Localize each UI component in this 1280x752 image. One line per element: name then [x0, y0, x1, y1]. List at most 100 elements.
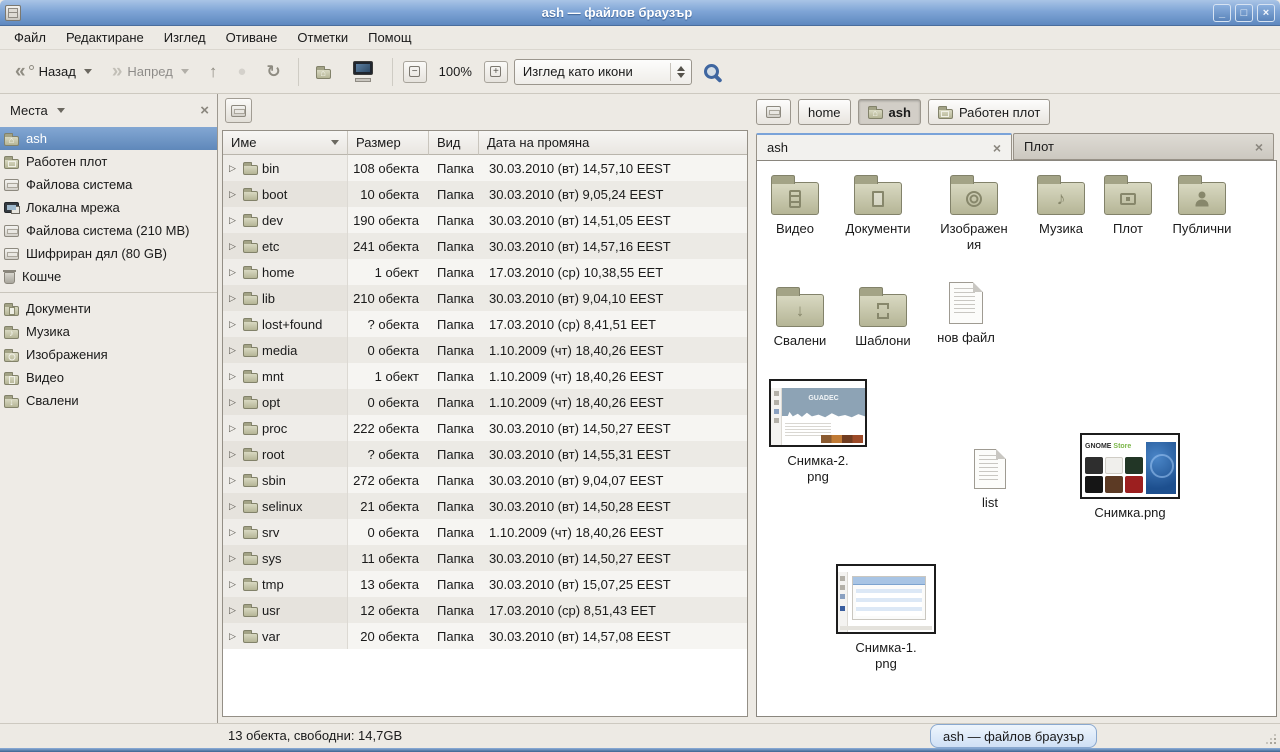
expander-icon[interactable]: ▷	[229, 215, 239, 226]
table-row[interactable]: ▷sbin 272 обекта Папка 30.03.2010 (вт) 9…	[223, 467, 747, 493]
table-row[interactable]: ▷home 1 обект Папка 17.03.2010 (ср) 10,3…	[223, 259, 747, 285]
table-row[interactable]: ▷root ? обекта Папка 30.03.2010 (вт) 14,…	[223, 441, 747, 467]
view-mode-select[interactable]: Изглед като икони	[514, 59, 692, 85]
sidebar-item-filesystem-210[interactable]: Файлова система (210 MB)	[0, 219, 217, 242]
back-button[interactable]: « Назад	[8, 60, 99, 83]
back-dropdown-icon[interactable]	[84, 69, 92, 74]
search-icon[interactable]	[704, 64, 719, 79]
icon-templates-folder[interactable]: Шаблони	[841, 285, 925, 349]
menu-go[interactable]: Отиване	[216, 27, 288, 48]
column-header-name[interactable]: Име	[223, 131, 348, 155]
tab-plot[interactable]: Плот×	[1013, 133, 1274, 160]
column-header-type[interactable]: Вид	[429, 131, 479, 155]
table-row[interactable]: ▷dev 190 обекта Папка 30.03.2010 (вт) 14…	[223, 207, 747, 233]
expander-icon[interactable]: ▷	[229, 527, 239, 538]
expander-icon[interactable]: ▷	[229, 579, 239, 590]
tree-root-button[interactable]	[225, 98, 252, 123]
menu-help[interactable]: Помощ	[358, 27, 421, 48]
breadcrumb-root-button[interactable]	[756, 99, 791, 125]
expander-icon[interactable]: ▷	[229, 371, 239, 382]
icon-music-folder[interactable]: Музика	[1021, 173, 1101, 237]
table-row[interactable]: ▷var 20 обекта Папка 30.03.2010 (вт) 14,…	[223, 623, 747, 649]
sidebar-item-filesystem[interactable]: Файлова система	[0, 173, 217, 196]
sidebar-item-encrypted[interactable]: Шифриран дял (80 GB)	[0, 242, 217, 265]
tab-ash[interactable]: ash×	[756, 133, 1012, 160]
table-row[interactable]: ▷boot 10 обекта Папка 30.03.2010 (вт) 9,…	[223, 181, 747, 207]
column-header-date[interactable]: Дата на промяна	[479, 131, 747, 155]
sidebar-item-ash[interactable]: ash	[0, 127, 217, 150]
expander-icon[interactable]: ▷	[229, 631, 239, 642]
minimize-button[interactable]: _	[1213, 4, 1231, 22]
icon-view-content[interactable]: Видео Документи Изображения Музика Плот	[756, 160, 1277, 717]
icon-pictures-folder[interactable]: Изображения	[928, 173, 1020, 253]
stop-button[interactable]: ●	[230, 59, 253, 84]
forward-button[interactable]: » Напред	[105, 60, 196, 83]
zoom-in-button[interactable]: +	[484, 61, 508, 83]
zoom-out-button[interactable]: −	[403, 61, 427, 83]
expander-icon[interactable]: ▷	[229, 241, 239, 252]
sidebar-item-desktop[interactable]: Работен плот	[0, 150, 217, 173]
combo-spinner-icon[interactable]	[671, 66, 691, 78]
table-row[interactable]: ▷usr 12 обекта Папка 17.03.2010 (ср) 8,5…	[223, 597, 747, 623]
sidebar-item-pictures[interactable]: Изображения	[0, 343, 217, 366]
tab-close-icon[interactable]: ×	[1255, 139, 1263, 155]
table-row[interactable]: ▷opt 0 обекта Папка 1.10.2009 (чт) 18,40…	[223, 389, 747, 415]
up-button[interactable]: ↑	[202, 58, 225, 86]
sidebar-item-documents[interactable]: Документи	[0, 297, 217, 320]
table-row[interactable]: ▷proc 222 обекта Папка 30.03.2010 (вт) 1…	[223, 415, 747, 441]
sidebar-item-trash[interactable]: Кошче	[0, 265, 217, 288]
table-row[interactable]: ▷bin 108 обекта Папка 30.03.2010 (вт) 14…	[223, 155, 747, 181]
icon-downloads-folder[interactable]: Свалени	[758, 285, 842, 349]
icon-list-file[interactable]: list	[948, 449, 1032, 511]
computer-button[interactable]	[344, 57, 382, 87]
expander-icon[interactable]: ▷	[229, 397, 239, 408]
sidebar-item-network[interactable]: Локална мрежа	[0, 196, 217, 219]
table-row[interactable]: ▷srv 0 обекта Папка 1.10.2009 (чт) 18,40…	[223, 519, 747, 545]
expander-icon[interactable]: ▷	[229, 345, 239, 356]
sidebar-item-videos[interactable]: Видео	[0, 366, 217, 389]
titlebar[interactable]: ash — файлов браузър _ □ ×	[0, 0, 1280, 26]
breadcrumb-home-button[interactable]: home	[798, 99, 851, 125]
expander-icon[interactable]: ▷	[229, 267, 239, 278]
icon-documents-folder[interactable]: Документи	[833, 173, 923, 237]
expander-icon[interactable]: ▷	[229, 501, 239, 512]
expander-icon[interactable]: ▷	[229, 553, 239, 564]
reload-button[interactable]: ↻	[259, 58, 287, 86]
expander-icon[interactable]: ▷	[229, 293, 239, 304]
sidebar-dropdown-icon[interactable]	[57, 108, 65, 113]
menu-file[interactable]: Файл	[4, 27, 56, 48]
table-row[interactable]: ▷media 0 обекта Папка 1.10.2009 (чт) 18,…	[223, 337, 747, 363]
icon-videos-folder[interactable]: Видео	[759, 173, 831, 237]
expander-icon[interactable]: ▷	[229, 449, 239, 460]
table-row[interactable]: ▷lib 210 обекта Папка 30.03.2010 (вт) 9,…	[223, 285, 747, 311]
icon-desktop-folder[interactable]: Плот	[1098, 173, 1158, 237]
table-row[interactable]: ▷lost+found ? обекта Папка 17.03.2010 (с…	[223, 311, 747, 337]
breadcrumb-desktop-button[interactable]: Работен плот	[928, 99, 1050, 125]
sidebar-item-music[interactable]: Музика	[0, 320, 217, 343]
table-row[interactable]: ▷selinux 21 обекта Папка 30.03.2010 (вт)…	[223, 493, 747, 519]
column-header-size[interactable]: Размер	[348, 131, 429, 155]
menu-edit[interactable]: Редактиране	[56, 27, 154, 48]
sidebar-item-downloads[interactable]: Свалени	[0, 389, 217, 412]
table-row[interactable]: ▷tmp 13 обекта Папка 30.03.2010 (вт) 15,…	[223, 571, 747, 597]
expander-icon[interactable]: ▷	[229, 189, 239, 200]
sidebar-close-icon[interactable]: ×	[200, 102, 209, 119]
tab-close-icon[interactable]: ×	[993, 140, 1001, 156]
expander-icon[interactable]: ▷	[229, 163, 239, 174]
table-row[interactable]: ▷sys 11 обекта Папка 30.03.2010 (вт) 14,…	[223, 545, 747, 571]
expander-icon[interactable]: ▷	[229, 423, 239, 434]
icon-new-file[interactable]: нов файл	[924, 282, 1008, 346]
icon-public-folder[interactable]: Публични	[1158, 173, 1246, 237]
home-button[interactable]	[309, 61, 338, 83]
resize-grip[interactable]	[1265, 733, 1277, 745]
icon-snimka-1-png[interactable]: Снимка-1.png	[831, 564, 941, 672]
table-row[interactable]: ▷etc 241 обекта Папка 30.03.2010 (вт) 14…	[223, 233, 747, 259]
close-button[interactable]: ×	[1257, 4, 1275, 22]
menu-bookmarks[interactable]: Отметки	[287, 27, 358, 48]
icon-snimka-png[interactable]: GNOME Store Снимка.png	[1075, 433, 1185, 521]
sidebar-title[interactable]: Места	[8, 103, 48, 118]
expander-icon[interactable]: ▷	[229, 319, 239, 330]
breadcrumb-ash-button[interactable]: ash	[858, 99, 921, 125]
icon-snimka-2-png[interactable]: GUADEC Снимка-2.png	[765, 379, 871, 485]
table-row[interactable]: ▷mnt 1 обект Папка 1.10.2009 (чт) 18,40,…	[223, 363, 747, 389]
